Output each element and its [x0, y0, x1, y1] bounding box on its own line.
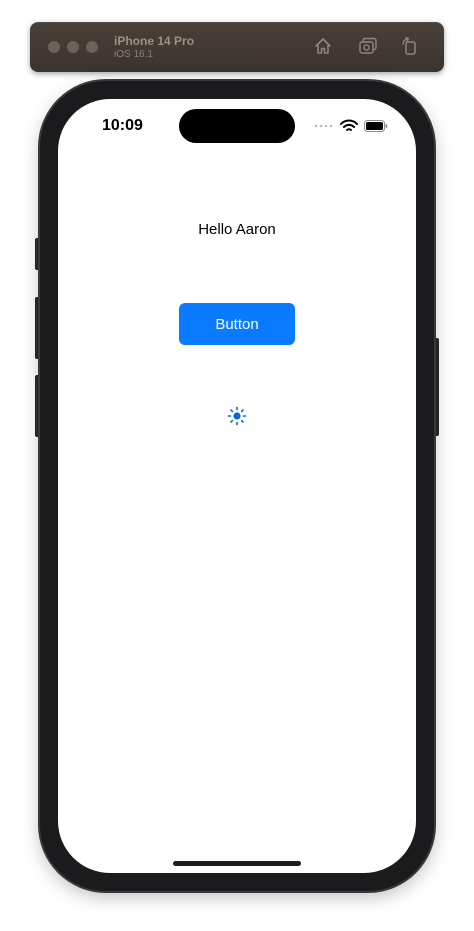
greeting-label: Hello Aaron [198, 221, 276, 238]
screenshot-icon[interactable] [358, 36, 378, 56]
rotate-icon[interactable] [400, 36, 420, 56]
status-icons [314, 119, 388, 133]
home-icon[interactable] [313, 36, 333, 56]
battery-icon [364, 120, 388, 132]
wifi-icon [340, 119, 358, 131]
dynamic-island [179, 109, 295, 143]
zoom-window-button[interactable] [86, 41, 98, 53]
simulator-window: iPhone 14 Pro iOS 16.1 10:09 Hello Aaron… [0, 0, 474, 931]
activity-indicator-icon [227, 406, 247, 426]
home-indicator[interactable] [173, 861, 301, 866]
os-version: iOS 16.1 [114, 49, 153, 60]
simulator-toolbar: iPhone 14 Pro iOS 16.1 [30, 22, 444, 72]
signal-icon [314, 124, 333, 128]
status-time: 10:09 [102, 117, 143, 134]
phone-screen: 10:09 Hello Aaron Button [58, 99, 416, 873]
device-name: iPhone 14 Pro [114, 34, 195, 48]
minimize-window-button[interactable] [67, 41, 79, 53]
close-window-button[interactable] [48, 41, 60, 53]
primary-button[interactable]: Button [179, 303, 295, 345]
